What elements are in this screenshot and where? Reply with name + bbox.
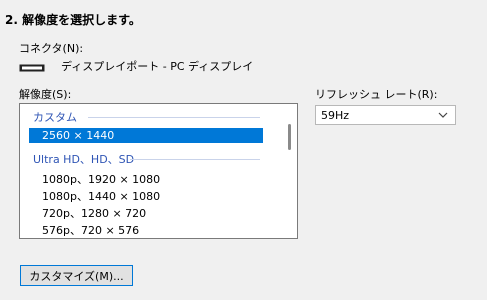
customize-button[interactable]: カスタマイズ(M)... [20,265,133,286]
monitor-connector-icon [19,62,45,72]
connector-row: ディスプレイポート - PC ディスプレイ [19,58,253,74]
resolution-item[interactable]: 1080p、1440 × 1080 [42,188,160,204]
resolution-item[interactable]: 576p、720 × 576 [42,222,139,238]
group-divider [88,117,260,118]
group-header-uhd: Ultra HD、HD、SD [33,153,135,166]
refresh-rate-value: 59Hz [321,108,350,122]
step-title: 2. 解像度を選択します。 [5,13,141,27]
refresh-rate-select[interactable]: 59Hz [315,105,456,125]
connector-value: ディスプレイポート - PC ディスプレイ [61,60,254,73]
resolution-item[interactable]: 1080p、1920 × 1080 [42,171,160,187]
group-divider [130,159,260,160]
resolution-listbox[interactable]: カスタム 2560 × 1440 Ultra HD、HD、SD 1080p、19… [19,103,298,239]
connector-label: コネクタ(N): [19,42,84,55]
resolution-item-selected[interactable]: 2560 × 1440 [29,128,263,143]
refresh-rate-label: リフレッシュ レート(R): [315,88,438,101]
resolution-item[interactable]: 720p、1280 × 720 [42,205,146,221]
chevron-down-icon [437,109,449,121]
group-header-custom: カスタム [33,111,77,124]
listbox-scrollbar[interactable] [288,124,291,150]
resolution-label: 解像度(S): [19,88,72,101]
